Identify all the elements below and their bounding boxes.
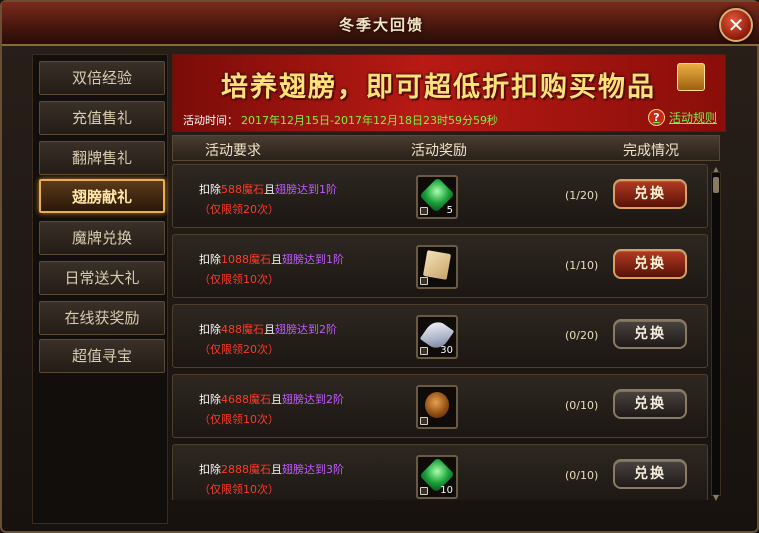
lock-icon [420,417,428,425]
claim-limit: （仅限领10次） [199,413,279,426]
gem-coin-icon [425,392,449,418]
close-button[interactable]: ✕ [719,8,753,42]
event-time-value: 2017年12月15日-2017年12月18日23时59分59秒 [241,114,498,127]
deduct-label: 扣除 [199,183,221,196]
requirement-text: 扣除488魔石且翅膀达到2阶 [199,321,337,337]
claim-limit: （仅限领10次） [199,273,279,286]
progress-count: (0/20) [565,329,599,342]
claim-limit: （仅限领20次） [199,343,279,356]
item-count: 10 [440,485,453,496]
sidebar-item-wing-gift[interactable]: 翅膀献礼 [39,179,165,213]
and-label: 且 [271,463,282,476]
exchange-button[interactable]: 兑换 [613,459,687,489]
close-icon: ✕ [727,13,745,37]
claim-limit: （仅限领10次） [199,483,279,496]
claim-limit: （仅限领20次） [199,203,279,216]
table-row: 扣除588魔石且翅膀达到1阶 （仅限领20次） 5 (1/20) 兑换 [172,164,708,228]
question-icon: ? [647,109,665,126]
scrollbar[interactable] [711,172,721,496]
rules-link-label: 活动规则 [668,111,717,125]
lock-icon [420,487,428,495]
reward-list: 扣除588魔石且翅膀达到1阶 （仅限领20次） 5 (1/20) 兑换 扣除10… [172,164,712,500]
deduct-label: 扣除 [199,253,221,266]
and-label: 且 [264,323,275,336]
requirement-text: 扣除588魔石且翅膀达到1阶 [199,181,337,197]
cost-value: 4688魔石 [221,393,271,406]
cost-value: 1088魔石 [221,253,271,266]
progress-count: (1/10) [565,259,599,272]
table-row: 扣除4688魔石且翅膀达到2阶 （仅限领10次） (0/10) 兑换 [172,374,708,438]
gem-scroll-icon [422,250,452,280]
treasure-chest-icon [677,63,705,91]
progress-count: (1/20) [565,189,599,202]
sidebar-item-daily-gift[interactable]: 日常送大礼 [39,261,165,295]
condition-value: 翅膀达到1阶 [282,253,344,266]
reward-item-slot[interactable] [416,385,458,429]
lock-icon [420,347,428,355]
item-count: 30 [440,345,453,356]
sidebar-item-double-exp[interactable]: 双倍经验 [39,61,165,95]
condition-value: 翅膀达到1阶 [275,183,337,196]
exchange-button[interactable]: 兑换 [613,319,687,349]
table-header: 活动要求 活动奖励 完成情况 [172,135,720,161]
sidebar-item-card-exchange[interactable]: 魔牌兑换 [39,221,165,255]
reward-item-slot[interactable]: 10 [416,455,458,499]
header-requirement: 活动要求 [205,143,261,159]
scroll-down-arrow[interactable]: ▼ [711,494,721,502]
table-row: 扣除2888魔石且翅膀达到3阶 （仅限领10次） 10 (0/10) 兑换 [172,444,708,500]
exchange-button[interactable]: 兑换 [613,249,687,279]
and-label: 且 [271,393,282,406]
sidebar-item-treasure-hunt[interactable]: 超值寻宝 [39,339,165,373]
title-bar: 冬季大回馈 ✕ [2,2,759,46]
cost-value: 488魔石 [221,323,264,336]
header-status: 完成情况 [623,143,679,159]
and-label: 且 [264,183,275,196]
event-window: 冬季大回馈 ✕ 双倍经验 充值售礼 翻牌售礼 翅膀献礼 魔牌兑换 日常送大礼 在… [0,0,759,533]
condition-value: 翅膀达到2阶 [282,393,344,406]
progress-count: (0/10) [565,469,599,482]
scroll-thumb[interactable] [713,177,719,193]
requirement-text: 扣除2888魔石且翅膀达到3阶 [199,461,344,477]
deduct-label: 扣除 [199,393,221,406]
reward-item-slot[interactable]: 5 [416,175,458,219]
deduct-label: 扣除 [199,463,221,476]
reward-item-slot[interactable]: 30 [416,315,458,359]
exchange-button[interactable]: 兑换 [613,179,687,209]
header-reward: 活动奖励 [411,143,467,159]
deduct-label: 扣除 [199,323,221,336]
reward-item-slot[interactable] [416,245,458,289]
cost-value: 588魔石 [221,183,264,196]
progress-count: (0/10) [565,399,599,412]
lock-icon [420,207,428,215]
requirement-text: 扣除1088魔石且翅膀达到1阶 [199,251,344,267]
condition-value: 翅膀达到3阶 [282,463,344,476]
event-rules-link[interactable]: ? 活动规则 [647,109,717,126]
table-row: 扣除1088魔石且翅膀达到1阶 （仅限领10次） (1/10) 兑换 [172,234,708,298]
lock-icon [420,277,428,285]
window-title: 冬季大回馈 [338,16,424,34]
condition-value: 翅膀达到2阶 [275,323,337,336]
sidebar-item-online-reward[interactable]: 在线获奖励 [39,301,165,335]
banner-title: 培养翅膀，即可超低折扣购买物品 [221,72,656,103]
table-row: 扣除488魔石且翅膀达到2阶 （仅限领20次） 30 (0/20) 兑换 [172,304,708,368]
item-count: 5 [446,205,453,216]
event-time-label: 活动时间： [183,114,238,127]
requirement-text: 扣除4688魔石且翅膀达到2阶 [199,391,344,407]
exchange-button[interactable]: 兑换 [613,389,687,419]
cost-value: 2888魔石 [221,463,271,476]
sidebar: 双倍经验 充值售礼 翻牌售礼 翅膀献礼 魔牌兑换 日常送大礼 在线获奖励 超值寻… [32,54,168,524]
sidebar-item-flip-gift[interactable]: 翻牌售礼 [39,141,165,175]
event-banner: 培养翅膀，即可超低折扣购买物品 活动时间： 2017年12月15日-2017年1… [172,54,726,132]
sidebar-item-recharge-gift[interactable]: 充值售礼 [39,101,165,135]
and-label: 且 [271,253,282,266]
